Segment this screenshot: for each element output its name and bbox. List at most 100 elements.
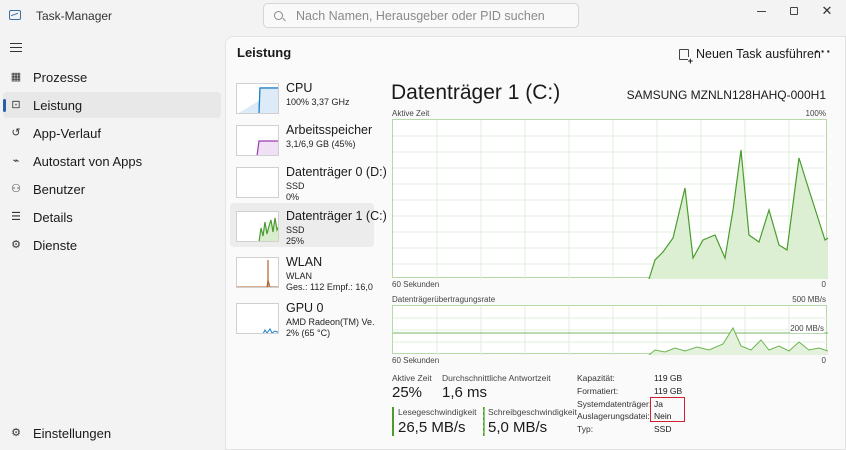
services-icon: ⚙ (11, 239, 21, 251)
app-title: Task-Manager (36, 9, 113, 23)
property-key: Typ: (577, 424, 594, 434)
hamburger-menu-button[interactable] (10, 43, 22, 53)
device-detail: SSD (286, 225, 305, 235)
title-bar: Task-Manager ✕ (0, 0, 846, 32)
write-speed-label: Schreibgeschwindigkeit (488, 407, 577, 417)
sidebar-item-processes[interactable]: ▦ Prozesse (3, 64, 221, 90)
device-detail: Ges.: 112 Empf.: 16,0 KBit (286, 282, 374, 292)
read-speed-indicator (392, 407, 394, 436)
device-item-wlan[interactable]: WLAN WLAN Ges.: 112 Empf.: 16,0 KBit (230, 249, 374, 293)
chart2-mid-label: 200 MB/s (790, 324, 824, 333)
new-task-icon (679, 48, 693, 65)
device-detail: 2% (65 °C) (286, 328, 331, 338)
property-key: Auslagerungsdatei: (577, 411, 650, 421)
device-name: WLAN (286, 255, 323, 269)
property-key: Kapazität: (577, 373, 615, 383)
sidebar-item-app-history[interactable]: ↺ App-Verlauf (3, 120, 221, 146)
device-detail: 0% (286, 192, 300, 202)
details-icon: ☰ (11, 211, 21, 223)
minimize-icon (756, 10, 766, 12)
settings-gear-icon: ⚙ (11, 427, 21, 439)
device-name: Arbeitsspeicher (286, 123, 373, 137)
close-icon: ✕ (821, 3, 833, 18)
device-item-cpu[interactable]: CPU 100% 3,37 GHz (230, 75, 374, 119)
task-manager-app-icon (9, 10, 21, 20)
device-detail: AMD Radeon(TM) Ve... (286, 317, 374, 327)
response-time-value: 1,6 ms (442, 384, 488, 401)
device-name: CPU (286, 81, 313, 95)
sidebar-item-settings[interactable]: ⚙ Einstellungen (3, 421, 221, 445)
history-icon: ↺ (11, 127, 21, 139)
device-item-memory[interactable]: Arbeitsspeicher 3,1/6,9 GB (45%) (230, 117, 374, 161)
chart1-min-label: 0 (821, 280, 826, 289)
main-panel: Leistung Neuen Task ausführen ··· CPU 10… (225, 36, 846, 450)
sidebar-item-startup[interactable]: ⌁ Autostart von Apps (3, 148, 221, 174)
disk-model: SAMSUNG MZNLN128HAHQ-000H1 (626, 88, 826, 102)
new-task-button[interactable]: Neuen Task ausführen (679, 44, 821, 65)
device-item-disk-0[interactable]: Datenträger 0 (D:) SSD 0% (230, 159, 387, 203)
transfer-rate-graph (393, 306, 828, 355)
property-value: 119 GB (654, 373, 683, 383)
sidebar-item-label: Benutzer (33, 181, 86, 197)
active-time-label: Aktive Zeit (392, 373, 432, 383)
write-speed-indicator (483, 407, 485, 436)
startup-icon: ⌁ (12, 155, 20, 167)
property-value: SSD (654, 424, 672, 434)
chart1-label: Aktive Zeit (392, 109, 430, 118)
annotation-highlight-box (650, 397, 685, 422)
active-time-chart (392, 119, 828, 279)
device-detail: 25% (286, 236, 305, 246)
more-options-button[interactable]: ··· (815, 43, 832, 59)
device-detail: 3,1/6,9 GB (45%) (286, 139, 356, 149)
property-key: Formatiert: (577, 386, 619, 396)
device-name: Datenträger 1 (C:) (286, 209, 387, 223)
active-time-graph (393, 120, 828, 279)
chart1-x-label: 60 Sekunden (392, 280, 440, 289)
property-value: 119 GB (654, 386, 683, 396)
users-icon: ⚇ (11, 183, 21, 195)
chart2-min-label: 0 (821, 356, 826, 365)
sidebar-item-label: Autostart von Apps (33, 153, 143, 169)
device-name: GPU 0 (286, 301, 324, 315)
page-title: Leistung (237, 45, 292, 60)
search-input[interactable] (296, 5, 566, 26)
property-key: Systemdatenträger: (577, 399, 652, 409)
device-item-gpu[interactable]: GPU 0 AMD Radeon(TM) Ve... 2% (65 °C) (230, 295, 374, 339)
response-time-label: Durchschnittliche Antwortzeit (442, 373, 551, 383)
sidebar-item-label: Details (33, 209, 73, 225)
sidebar-item-details[interactable]: ☰ Details (3, 204, 221, 230)
read-speed-value: 26,5 MB/s (398, 419, 466, 436)
performance-icon: ⊡ (11, 99, 21, 111)
detail-title: Datenträger 1 (C:) (391, 81, 561, 104)
device-name: Datenträger 0 (D:) (286, 165, 387, 179)
maximize-icon (790, 7, 798, 15)
search-icon (274, 11, 283, 20)
maximize-button[interactable] (777, 0, 811, 22)
sidebar-item-label: Prozesse (33, 69, 88, 85)
new-task-label: Neuen Task ausführen (696, 47, 821, 61)
sidebar-item-users[interactable]: ⚇ Benutzer (3, 176, 221, 202)
cpu-thumbnail-graph (236, 83, 279, 114)
read-speed-label: Lesegeschwindigkeit (398, 407, 477, 417)
sidebar-item-label: App-Verlauf (33, 125, 101, 141)
processes-icon: ▦ (10, 71, 22, 83)
device-detail: 100% 3,37 GHz (286, 97, 350, 107)
wlan-thumbnail-graph (236, 257, 279, 288)
minimize-button[interactable] (744, 0, 778, 22)
write-speed-value: 5,0 MB/s (488, 419, 548, 436)
chart2-x-label: 60 Sekunden (392, 356, 440, 365)
sidebar-item-performance[interactable]: ⊡ Leistung (3, 92, 221, 118)
disk-1-thumbnail-graph (236, 211, 279, 242)
sidebar-item-label: Leistung (33, 97, 83, 113)
device-detail: SSD (286, 181, 305, 191)
disk-0-thumbnail-graph (236, 167, 279, 198)
sidebar-item-services[interactable]: ⚙ Dienste (3, 232, 221, 258)
search-box[interactable] (263, 3, 579, 28)
active-time-value: 25% (392, 384, 423, 401)
chart1-max-label: 100% (805, 109, 826, 118)
chart2-max-label: 500 MB/s (792, 295, 826, 304)
device-item-disk-1[interactable]: Datenträger 1 (C:) SSD 25% (230, 203, 387, 247)
settings-label: Einstellungen (33, 425, 112, 441)
chart2-label: Datenträgerübertragungsrate (392, 295, 496, 304)
close-button[interactable]: ✕ (810, 0, 844, 22)
